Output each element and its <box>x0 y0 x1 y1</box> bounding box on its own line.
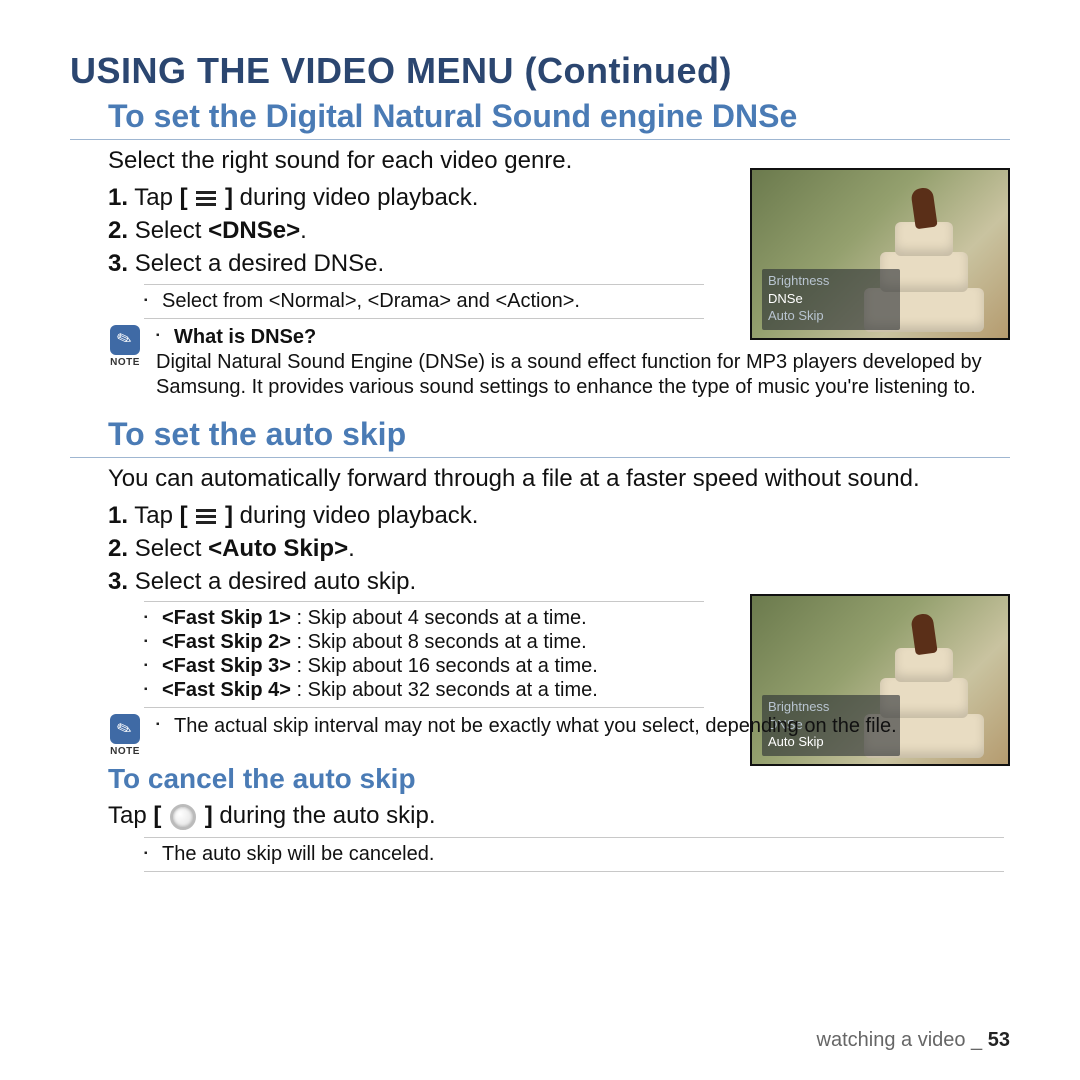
section2-step-3: 3. Select a desired auto skip. <box>108 566 1010 597</box>
menu-icon <box>196 507 216 525</box>
note-dnse: ✎ NOTE What is DNSe? Digital Natural Sou… <box>108 325 1010 400</box>
pencil-icon: ✎ <box>114 717 135 742</box>
section2-sublist: <Fast Skip 1> : Skip about 4 seconds at … <box>144 601 704 708</box>
onscreen-menu: Brightness DNSe Auto Skip <box>762 269 900 330</box>
section-heading-dnse: To set the Digital Natural Sound engine … <box>70 98 1010 140</box>
note-icon: ✎ NOTE <box>108 714 142 757</box>
page-number: 53 <box>988 1029 1010 1051</box>
section1-subitem: Select from <Normal>, <Drama> and <Actio… <box>144 290 704 313</box>
screenshot-dnse: Brightness DNSe Auto Skip <box>750 168 1010 340</box>
menu-item: Brightness <box>768 272 894 290</box>
manual-page: USING THE VIDEO MENU (Continued) To set … <box>0 0 1080 1080</box>
section2-subitem: <Fast Skip 2> : Skip about 8 seconds at … <box>144 631 704 654</box>
section3-subitem: The auto skip will be canceled. <box>144 843 1004 866</box>
screenshot-autoskip: Brightness DNSe Auto Skip <box>750 594 1010 766</box>
note-text: The actual skip interval may not be exac… <box>156 714 897 739</box>
section2-subitem: <Fast Skip 1> : Skip about 4 seconds at … <box>144 607 704 630</box>
section2-intro: You can automatically forward through a … <box>108 464 1010 494</box>
pencil-icon: ✎ <box>114 327 135 352</box>
section3-sublist: The auto skip will be canceled. <box>144 837 1004 872</box>
section-heading-cancel: To cancel the auto skip <box>70 763 1010 795</box>
section2-subitem: <Fast Skip 4> : Skip about 32 seconds at… <box>144 679 704 702</box>
section-heading-autoskip: To set the auto skip <box>70 416 1010 458</box>
circle-button-icon <box>170 804 196 830</box>
section2-step-1: 1. Tap [ ] during video playback. <box>108 500 1010 531</box>
section1-sublist: Select from <Normal>, <Drama> and <Actio… <box>144 284 704 319</box>
page-title: USING THE VIDEO MENU (Continued) <box>70 50 1010 92</box>
menu-icon <box>196 190 216 208</box>
section2-subitem: <Fast Skip 3> : Skip about 16 seconds at… <box>144 655 704 678</box>
page-footer: watching a video _ 53 <box>817 1029 1010 1052</box>
section3-body: Tap [ ] during the auto skip. <box>108 801 1010 831</box>
note-text: What is DNSe? Digital Natural Sound Engi… <box>156 325 1010 400</box>
menu-item: Auto Skip <box>768 307 894 325</box>
note-icon: ✎ NOTE <box>108 325 142 368</box>
section2-step-2: 2. Select <Auto Skip>. <box>108 533 1010 564</box>
menu-item-selected: DNSe <box>768 290 894 308</box>
